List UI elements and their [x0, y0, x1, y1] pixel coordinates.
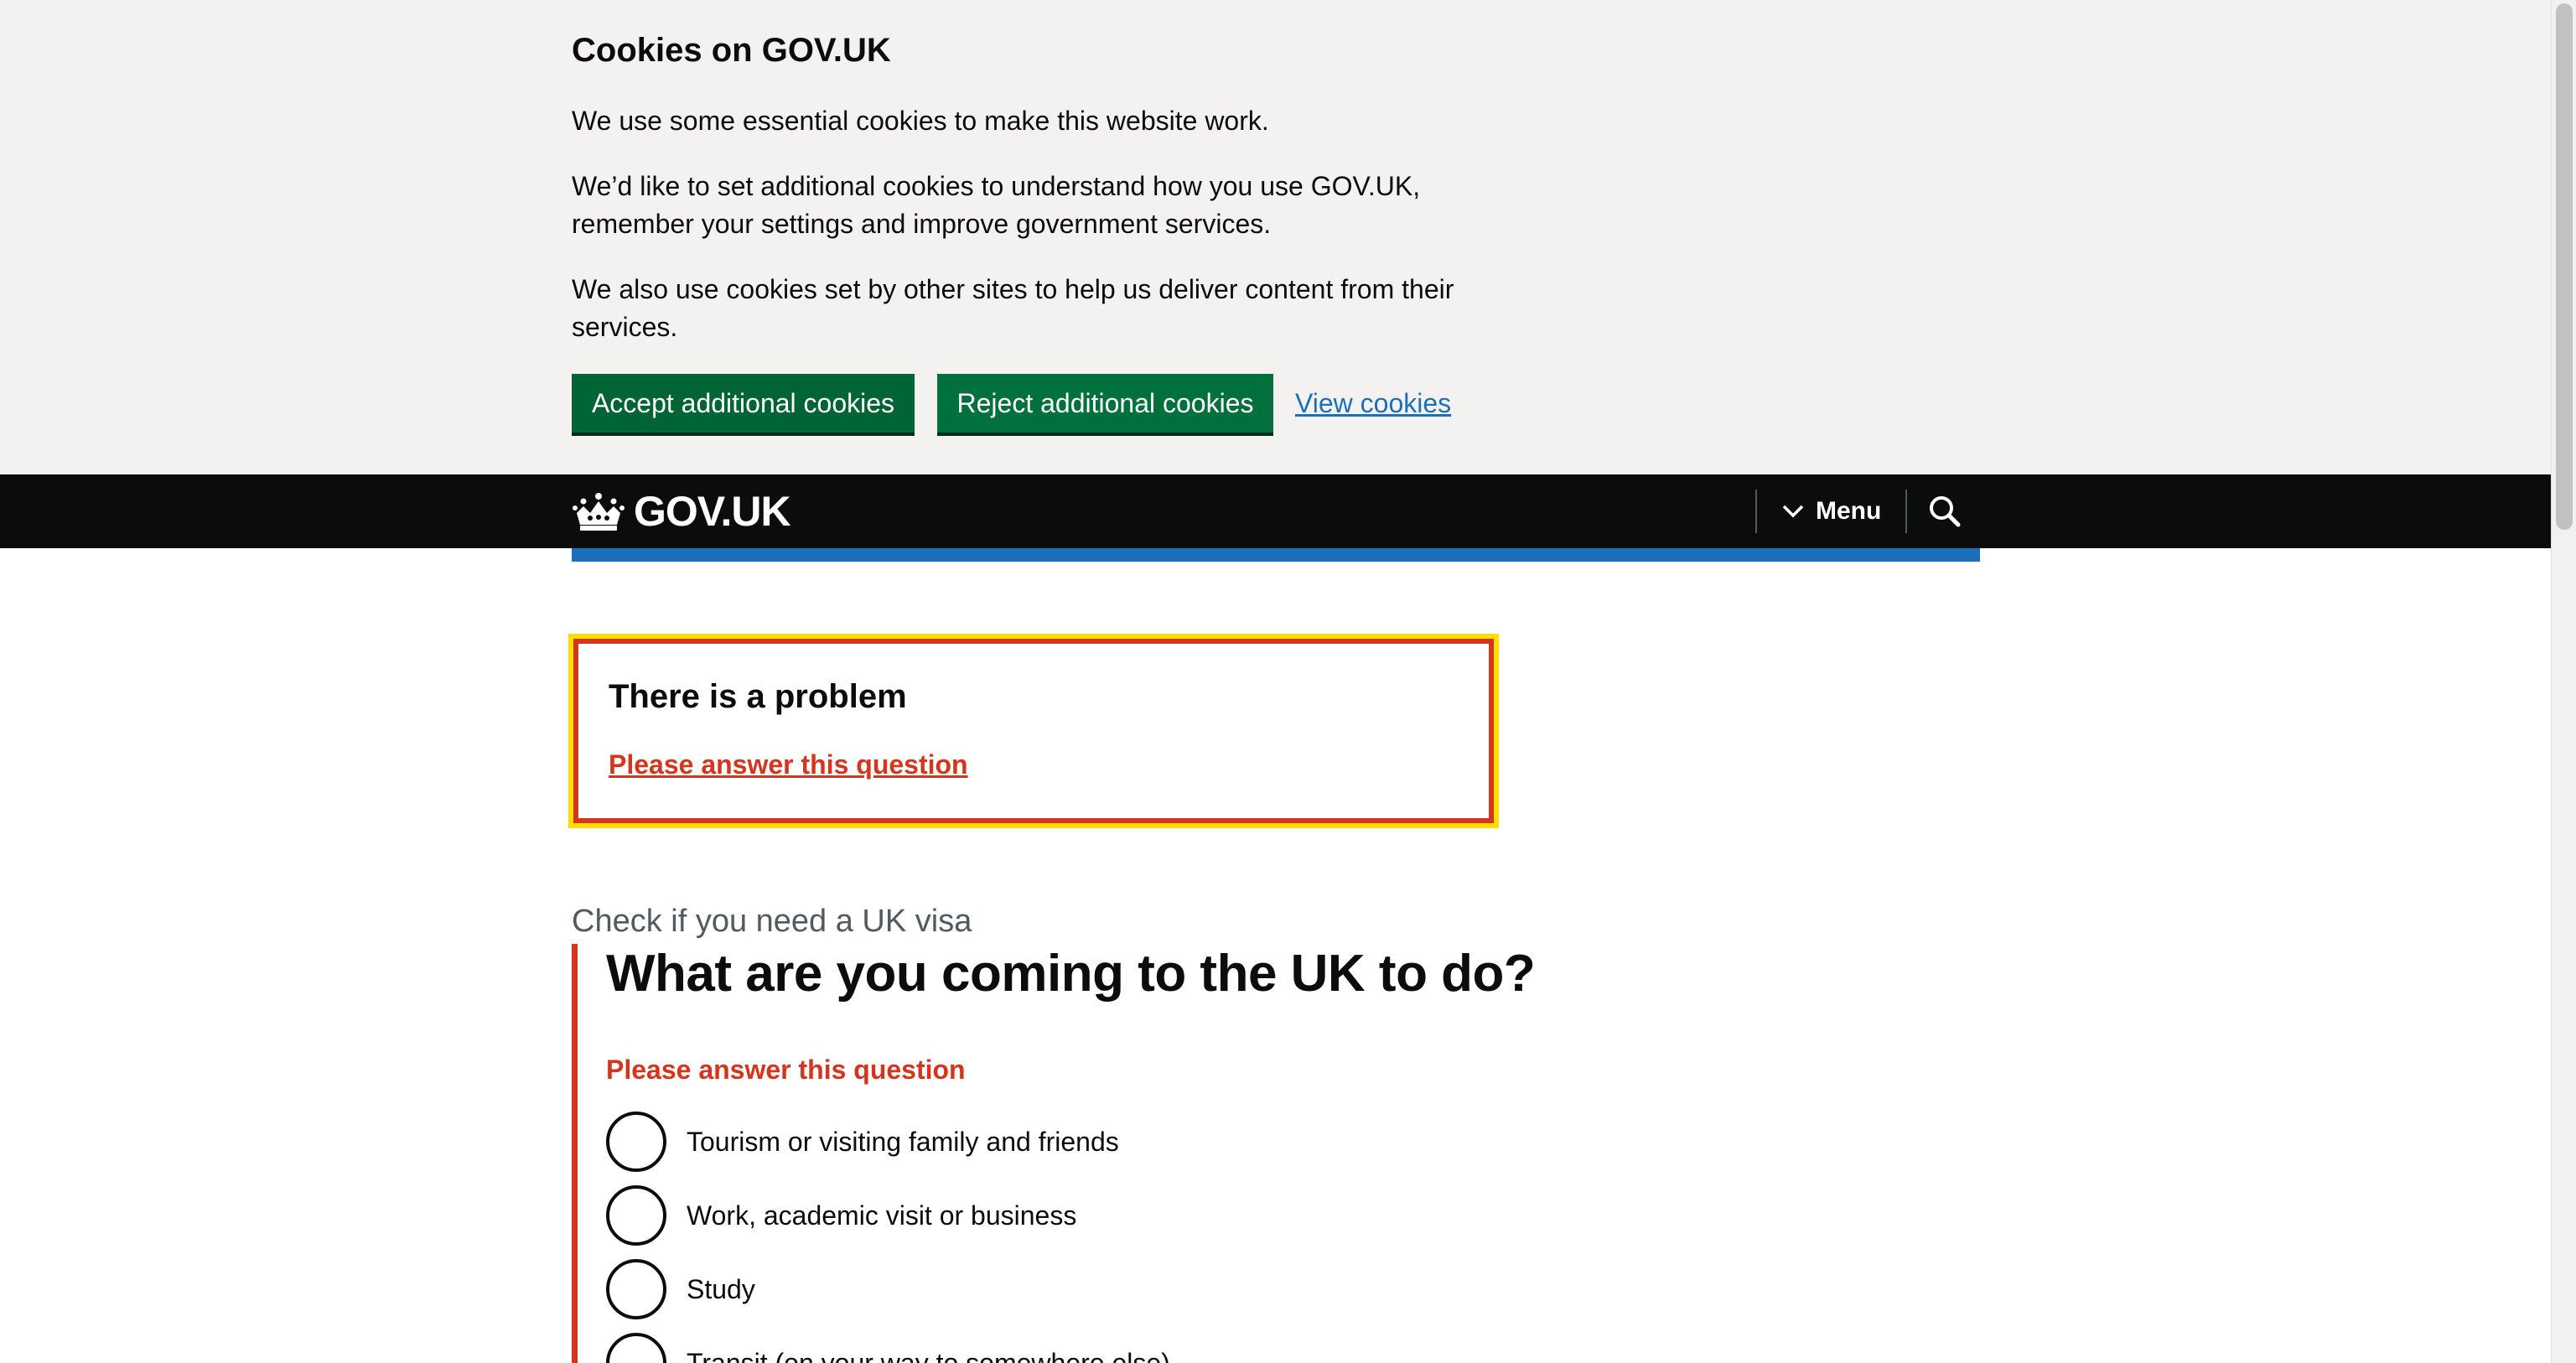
error-summary: There is a problem Please answer this qu… [568, 634, 1499, 828]
view-cookies-link[interactable]: View cookies [1295, 374, 1451, 433]
menu-button-label: Menu [1816, 497, 1882, 525]
cookie-banner-text-third-party: We also use cookies set by other sites t… [572, 274, 1454, 342]
radio-button[interactable] [606, 1185, 666, 1246]
reject-cookies-button[interactable]: Reject additional cookies [937, 374, 1273, 433]
govuk-logo-text: GOV.UK [634, 488, 791, 535]
menu-button[interactable]: Menu [1782, 486, 1881, 536]
page-title: What are you coming to the UK to do? [606, 945, 1536, 1003]
site-header: GOV.UK Menu [0, 474, 2551, 548]
radio-option-tourism[interactable]: Tourism or visiting family and friends [606, 1112, 1119, 1172]
search-icon[interactable] [1923, 490, 1967, 533]
page: Cookies on GOV.UK We use some essential … [0, 0, 2551, 1363]
vertical-scrollbar[interactable] [2551, 0, 2576, 1363]
question-form-group: What are you coming to the UK to do? Ple… [572, 944, 1745, 1363]
crown-icon [573, 493, 625, 531]
radio-label[interactable]: Transit (on your way to somewhere else) [687, 1345, 1170, 1363]
error-summary-box: There is a problem Please answer this qu… [573, 639, 1494, 823]
field-error-message: Please answer this question [606, 1055, 966, 1085]
question-caption: Check if you need a UK visa [572, 904, 972, 939]
header-accent-bar [572, 548, 1980, 562]
header-divider [1755, 490, 1757, 533]
radio-button[interactable] [606, 1333, 666, 1363]
radio-label[interactable]: Tourism or visiting family and friends [687, 1123, 1119, 1160]
chevron-down-icon [1782, 505, 1804, 518]
cookie-banner-title: Cookies on GOV.UK [572, 32, 891, 69]
radio-option-transit[interactable]: Transit (on your way to somewhere else) [606, 1333, 1170, 1363]
scrollbar-thumb[interactable] [2556, 3, 2573, 530]
radio-label[interactable]: Study [687, 1271, 755, 1308]
radio-label[interactable]: Work, academic visit or business [687, 1197, 1076, 1234]
cookie-banner: Cookies on GOV.UK We use some essential … [0, 0, 2551, 474]
radio-button[interactable] [606, 1112, 666, 1172]
error-summary-title: There is a problem [609, 678, 907, 715]
radio-option-work[interactable]: Work, academic visit or business [606, 1185, 1076, 1246]
accept-cookies-button[interactable]: Accept additional cookies [572, 374, 915, 433]
govuk-logo-link[interactable]: GOV.UK [572, 488, 791, 535]
header-divider [1905, 490, 1907, 533]
cookie-banner-text-essential: We use some essential cookies to make th… [572, 106, 1269, 136]
radio-option-study[interactable]: Study [606, 1259, 755, 1319]
cookie-banner-text-additional: We’d like to set additional cookies to u… [572, 171, 1421, 239]
error-summary-link[interactable]: Please answer this question [609, 746, 968, 783]
radio-button[interactable] [606, 1259, 666, 1319]
